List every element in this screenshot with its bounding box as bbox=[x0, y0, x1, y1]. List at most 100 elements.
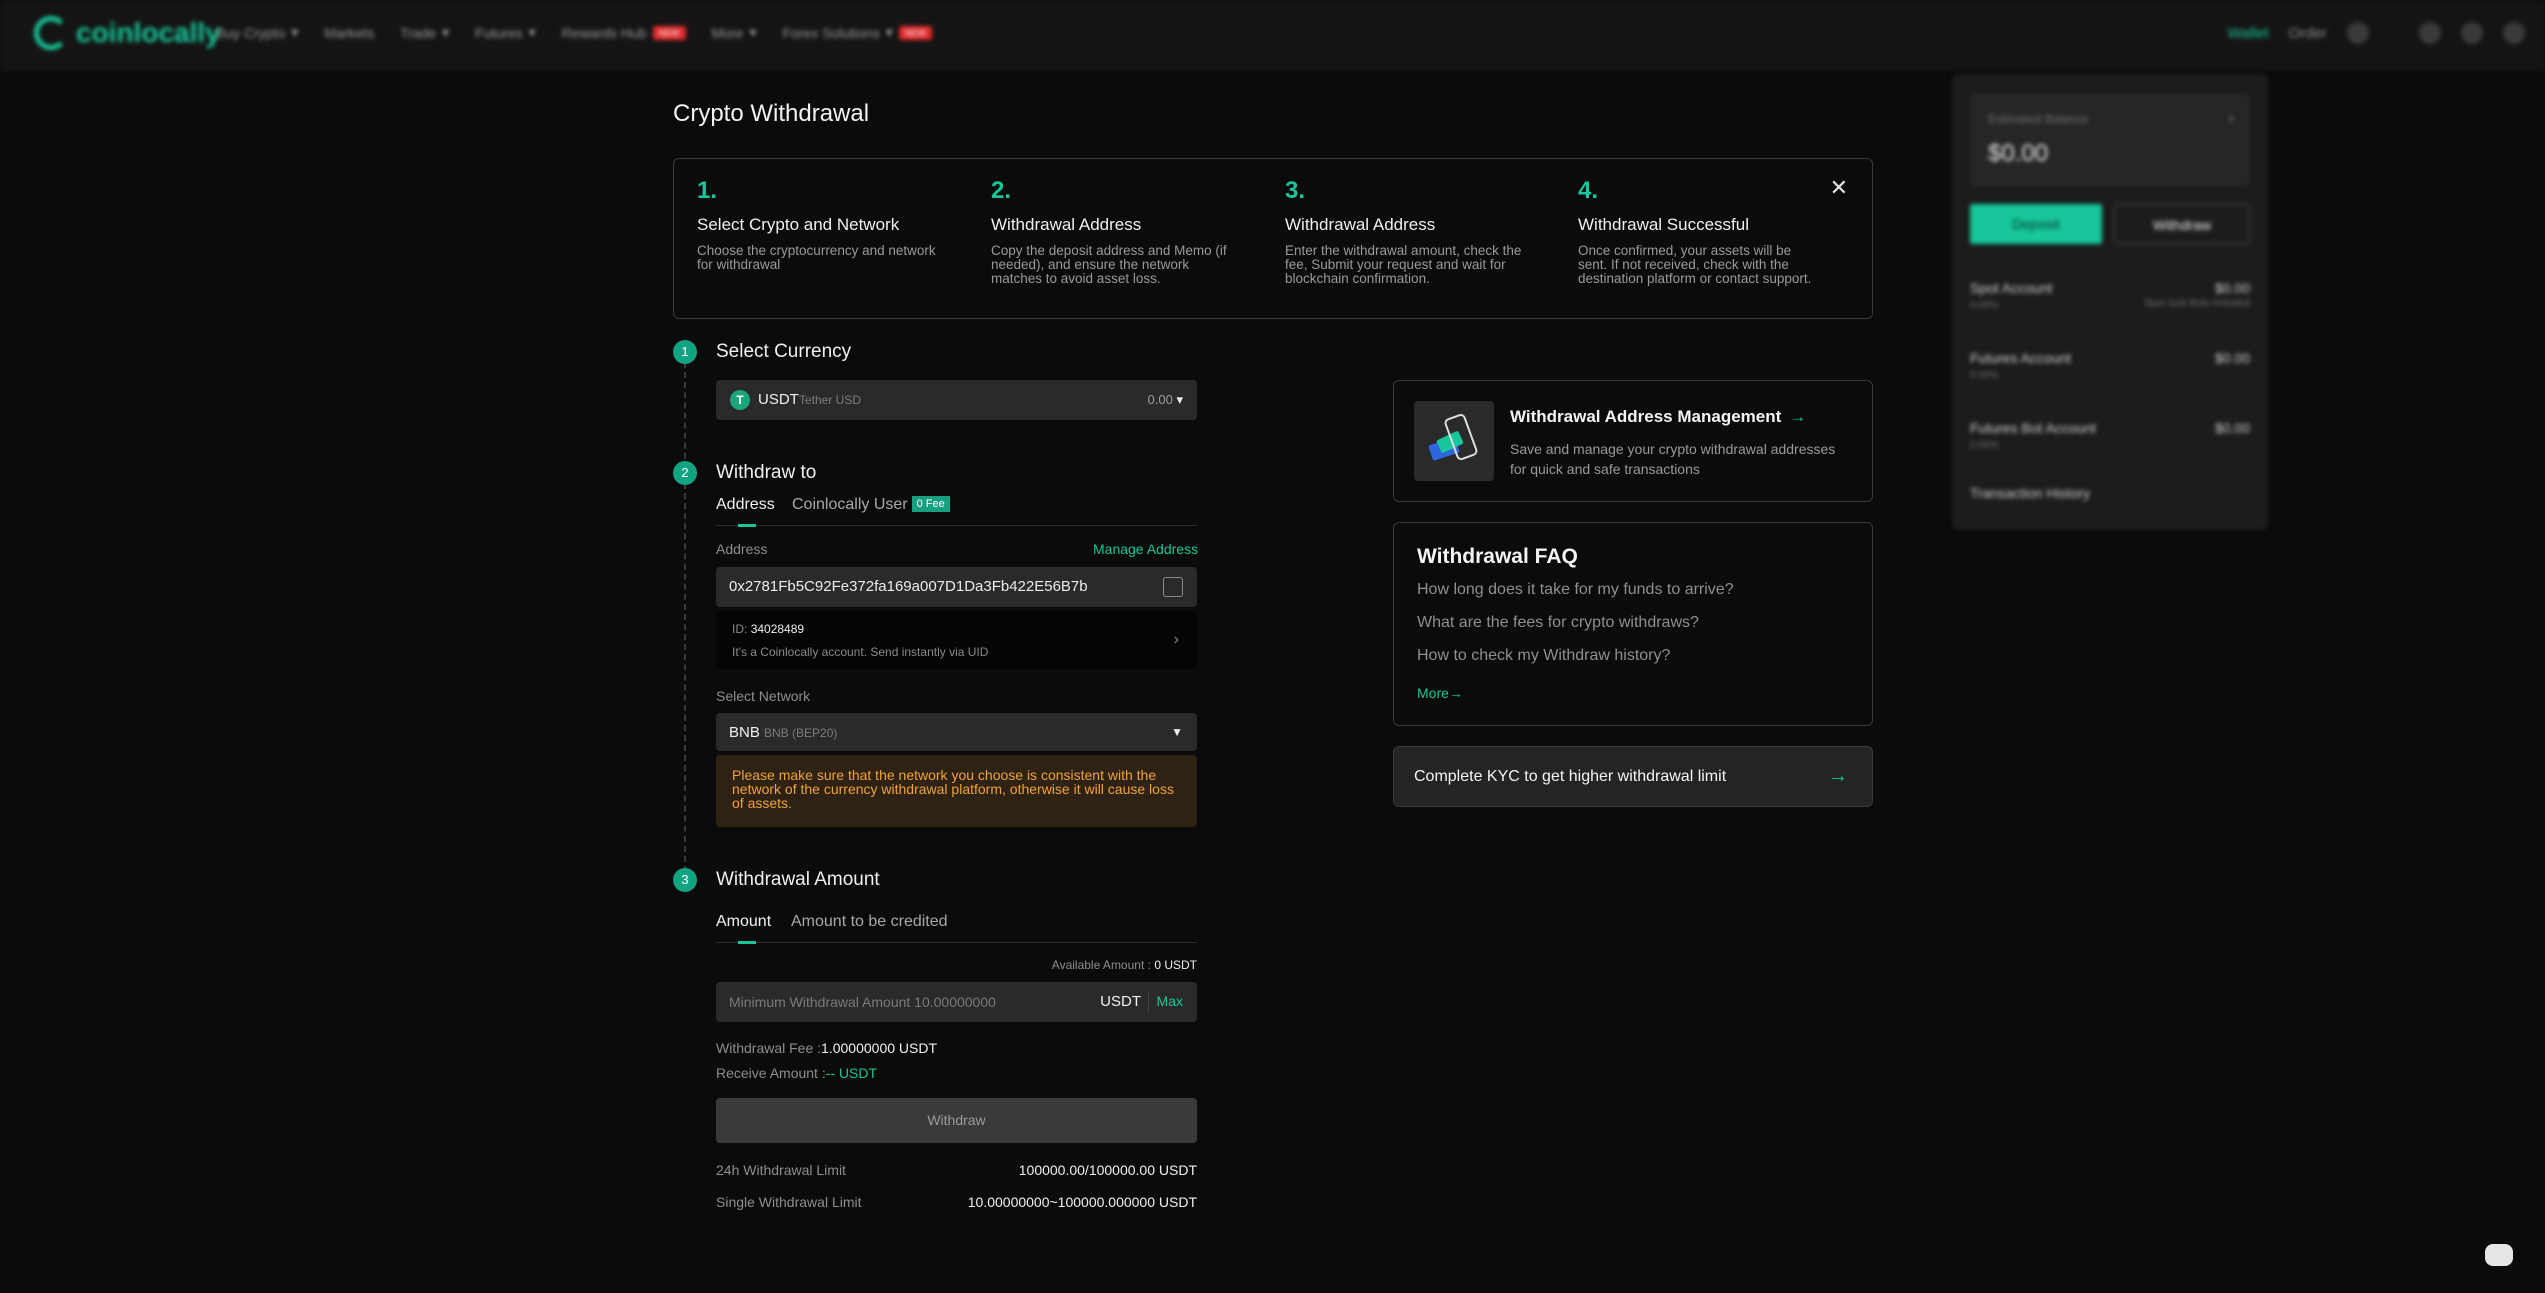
nav-right: Wallet Order bbox=[2228, 22, 2525, 44]
withdraw-panel-button[interactable]: Withdraw bbox=[2114, 204, 2250, 244]
receive-label: Receive Amount : bbox=[716, 1065, 826, 1081]
step-desc: Choose the cryptocurrency and network fo… bbox=[697, 243, 936, 272]
tether-icon: T bbox=[730, 390, 750, 410]
uid-card[interactable]: ID: 34028489 It's a Coinlocally account.… bbox=[716, 611, 1197, 669]
new-badge: NEW bbox=[652, 25, 686, 40]
account-panel: Estimated Balance $0.00 › Deposit Withdr… bbox=[1952, 74, 2268, 530]
tab-amount-credited[interactable]: Amount to be credited bbox=[791, 913, 948, 931]
menu-item-forex-solutions[interactable]: Forex Solutions ▾ NEW bbox=[782, 24, 932, 41]
network-select[interactable]: BNB BNB (BEP20) ▼ bbox=[716, 713, 1197, 751]
title-text: Withdrawal Address Management bbox=[1510, 407, 1782, 426]
withdraw-to-title: Withdraw to bbox=[716, 462, 817, 483]
max-button[interactable]: Max bbox=[1157, 993, 1183, 1009]
menu-label: Forex Solutions bbox=[782, 24, 880, 41]
row-value: $0.00 bbox=[2214, 420, 2250, 436]
select-currency-title: Select Currency bbox=[716, 341, 852, 362]
currency-name: Tether USD bbox=[799, 393, 862, 407]
amount-unit: USDT bbox=[1100, 993, 1141, 1010]
menu-item-more[interactable]: More ▾ bbox=[712, 24, 757, 41]
row-label: Futures Account bbox=[1970, 350, 2072, 366]
arrow-right-icon: → bbox=[1828, 765, 1848, 787]
user-icon[interactable] bbox=[2347, 22, 2369, 44]
tab-address[interactable]: Address bbox=[716, 496, 775, 514]
arrow-right-icon: → bbox=[1448, 685, 1463, 701]
estimated-value: $0.00 bbox=[1988, 140, 2049, 167]
amount-tabs: Amount Amount to be credited bbox=[716, 913, 1197, 944]
transaction-history-link[interactable]: Transaction History bbox=[1970, 485, 2250, 501]
limit-label: 24h Withdrawal Limit bbox=[716, 1162, 846, 1178]
page-title: Crypto Withdrawal bbox=[673, 100, 870, 127]
available-value: 0 USDT bbox=[1154, 958, 1197, 972]
step-title: Withdrawal Address bbox=[1285, 215, 1436, 234]
faq-question[interactable]: How long does it take for my funds to ar… bbox=[1417, 581, 1734, 599]
step-desc: Once confirmed, your assets will be sent… bbox=[1578, 243, 1812, 286]
futures-account-row[interactable]: Futures Account 0.00% $0.00 bbox=[1970, 350, 2250, 381]
withdrawal-amount-title: Withdrawal Amount bbox=[716, 869, 880, 890]
wallet-link[interactable]: Wallet bbox=[2228, 25, 2269, 42]
amount-input[interactable]: Minimum Withdrawal Amount 10.00000000 US… bbox=[716, 982, 1197, 1022]
download-icon[interactable] bbox=[2419, 22, 2441, 44]
network-name: BNB (BEP20) bbox=[764, 726, 838, 740]
menu-item-buy-crypto[interactable]: Buy Crypto ▾ bbox=[216, 24, 298, 41]
deposit-button[interactable]: Deposit bbox=[1970, 204, 2102, 244]
active-tab-indicator bbox=[738, 941, 756, 944]
menu-item-futures[interactable]: Futures ▾ bbox=[475, 24, 536, 41]
manage-address-link[interactable]: Manage Address bbox=[1093, 541, 1198, 557]
faq-question[interactable]: What are the fees for crypto withdraws? bbox=[1417, 614, 1699, 632]
step-number: 2. bbox=[991, 177, 1012, 204]
limit-24h: 24h Withdrawal Limit 100000.00/100000.00 … bbox=[716, 1162, 1197, 1178]
menu-label: Rewards Hub bbox=[561, 24, 647, 41]
logo-mark-icon bbox=[34, 16, 68, 50]
limit-label: Single Withdrawal Limit bbox=[716, 1194, 862, 1210]
address-book-icon[interactable] bbox=[1163, 577, 1183, 597]
futures-bot-account-row[interactable]: Futures Bot Account 0.00% $0.00 bbox=[1970, 420, 2250, 451]
faq-more-link[interactable]: More→ bbox=[1417, 685, 1463, 701]
divider bbox=[1148, 992, 1149, 1012]
coinlocally-logo[interactable]: coinlocally bbox=[34, 16, 221, 50]
row-sub: 0.00% bbox=[1970, 440, 1999, 451]
menu-item-trade[interactable]: Trade ▾ bbox=[400, 24, 449, 41]
withdraw-button[interactable]: Withdraw bbox=[716, 1098, 1197, 1143]
menu-item-markets[interactable]: Markets bbox=[324, 24, 374, 41]
available-label: Available Amount : bbox=[1051, 958, 1151, 972]
tab-coinlocally-user[interactable]: Coinlocally User 0 Fee bbox=[792, 496, 950, 514]
uid-message: It's a Coinlocally account. Send instant… bbox=[732, 645, 989, 659]
chevron-down-icon: ▾ bbox=[885, 24, 893, 40]
close-icon[interactable]: ✕ bbox=[1830, 175, 1848, 201]
uid-line: ID: 34028489 bbox=[732, 622, 804, 636]
more-label: More bbox=[1417, 685, 1449, 701]
currency-select[interactable]: T USDT Tether USD 0.00 ▾ bbox=[716, 380, 1197, 420]
limit-value: 10.00000000~100000.000000 USDT bbox=[967, 1194, 1197, 1210]
tab-amount[interactable]: Amount bbox=[716, 913, 771, 931]
order-link[interactable]: Order bbox=[2289, 25, 2327, 42]
kyc-banner[interactable]: Complete KYC to get higher withdrawal li… bbox=[1393, 746, 1873, 807]
menu-label: More bbox=[711, 24, 744, 41]
chat-icon[interactable] bbox=[2485, 1244, 2513, 1266]
estimated-balance[interactable]: Estimated Balance $0.00 › bbox=[1970, 94, 2250, 186]
address-input[interactable]: 0x2781Fb5C92Fe372fa169a007D1Da3Fb422E56B… bbox=[716, 567, 1197, 607]
menu-item-rewards-hub[interactable]: Rewards Hub NEW bbox=[562, 24, 686, 41]
step-4: 4. Withdrawal Successful Once confirmed,… bbox=[1578, 177, 1823, 286]
top-navigation: coinlocally Buy Crypto ▾ Markets Trade ▾ F… bbox=[0, 0, 2545, 70]
address-label: Address bbox=[716, 541, 768, 557]
uid-value: 34028489 bbox=[750, 622, 805, 636]
address-management-card[interactable]: Withdrawal Address Management → Save and … bbox=[1393, 380, 1873, 502]
chevron-down-icon: ▾ bbox=[749, 24, 757, 40]
faq-question[interactable]: How to check my Withdraw history? bbox=[1417, 647, 1670, 665]
withdrawal-steps: 1. Select Crypto and Network Choose the … bbox=[673, 158, 1873, 319]
spot-account-row[interactable]: Spot Account 0.00% $0.00 Spot Grid Bots … bbox=[1970, 280, 2250, 311]
estimated-label: Estimated Balance bbox=[1988, 112, 2089, 126]
chevron-down-icon: ▾ bbox=[528, 24, 536, 40]
globe-icon[interactable] bbox=[2461, 22, 2483, 44]
step-bullet-1: 1 bbox=[673, 340, 697, 364]
steps-timeline bbox=[684, 352, 686, 882]
active-tab-indicator bbox=[738, 524, 756, 527]
settings-icon[interactable] bbox=[2503, 22, 2525, 44]
caret-down-icon: ▼ bbox=[1171, 725, 1183, 739]
step-2: 2. Withdrawal Address Copy the deposit a… bbox=[991, 177, 1236, 286]
address-value: 0x2781Fb5C92Fe372fa169a007D1Da3Fb422E56B… bbox=[729, 578, 1088, 595]
row-label: Futures Bot Account bbox=[1970, 420, 2097, 436]
menu-label: Buy Crypto bbox=[216, 24, 286, 41]
uid-label: ID: bbox=[732, 622, 748, 636]
fee-label: Withdrawal Fee : bbox=[716, 1040, 822, 1056]
